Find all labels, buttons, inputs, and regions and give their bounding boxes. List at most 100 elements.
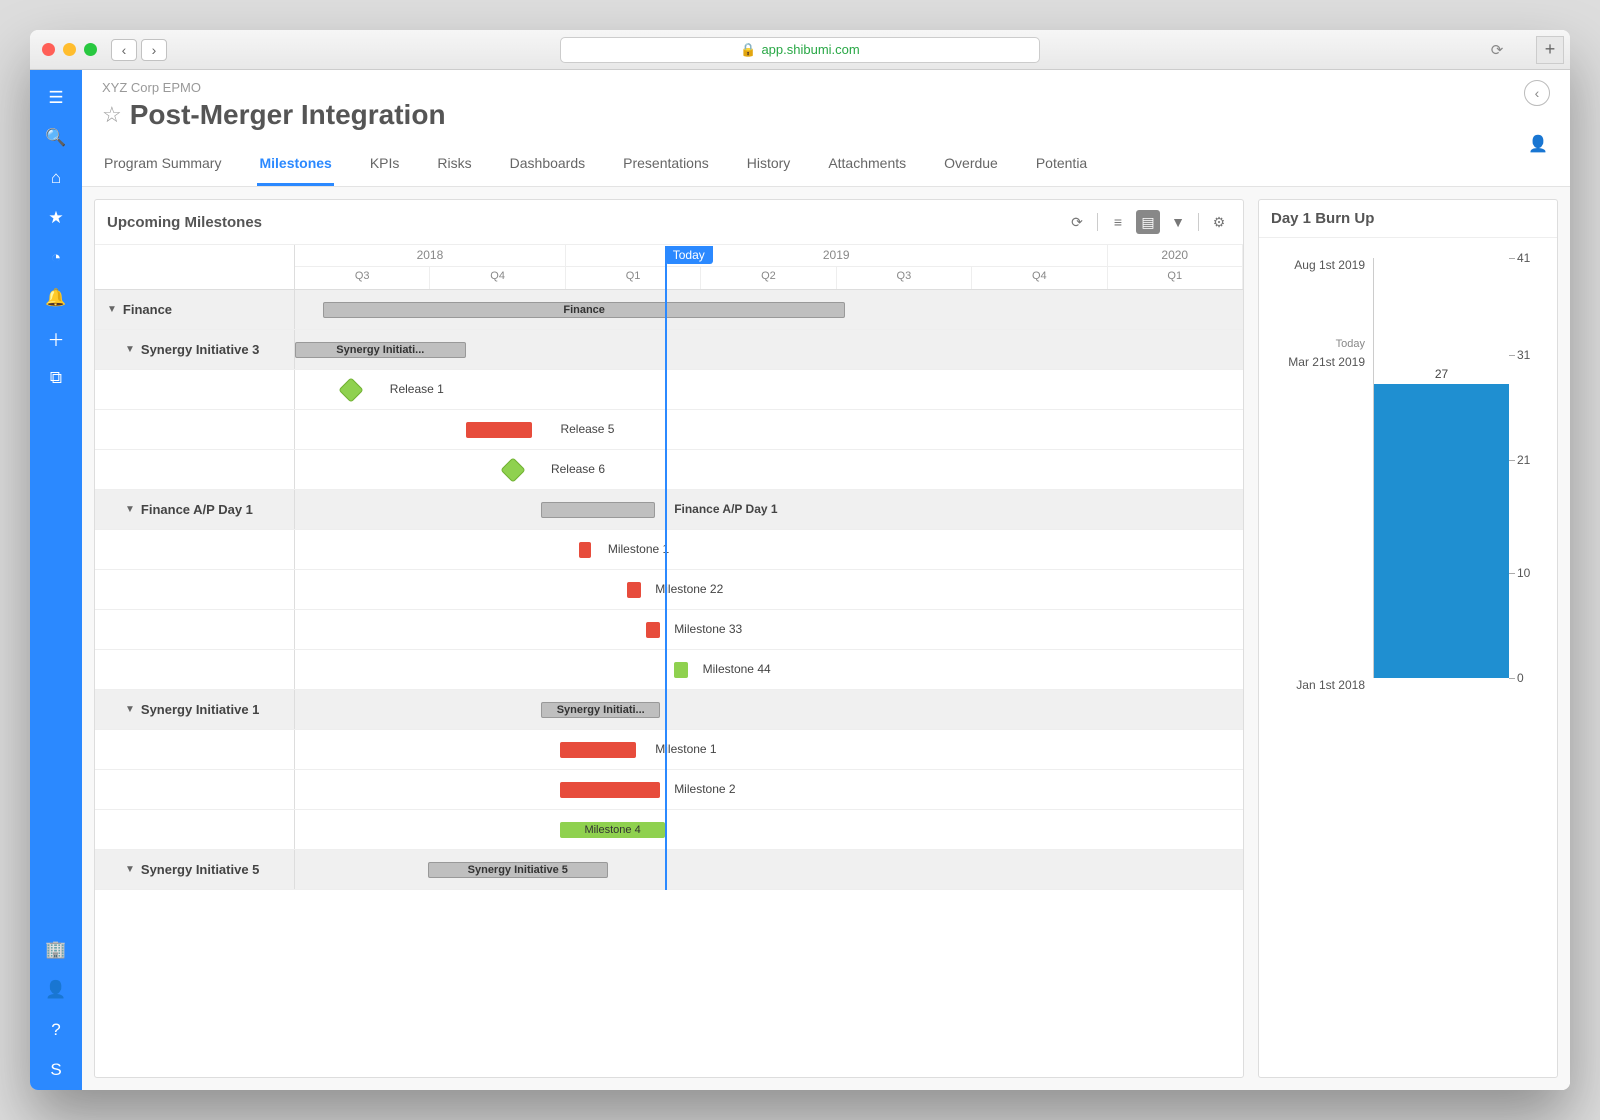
filter-icon[interactable]: ▼	[1166, 210, 1190, 234]
menu-icon[interactable]: ☰	[30, 78, 82, 118]
plus-icon[interactable]: ＋	[30, 318, 82, 358]
help-icon[interactable]: ?	[30, 1010, 82, 1050]
reload-button[interactable]: ⟳	[1486, 39, 1508, 61]
row-label	[95, 650, 295, 689]
logo-icon[interactable]: S	[30, 1050, 82, 1090]
tab-dashboards[interactable]: Dashboards	[508, 145, 588, 186]
gantt-bar[interactable]	[541, 502, 655, 518]
close-window-icon[interactable]	[42, 43, 55, 56]
gantt-bar[interactable]	[579, 542, 591, 558]
new-tab-button[interactable]: +	[1536, 36, 1564, 64]
minimize-window-icon[interactable]	[63, 43, 76, 56]
user-menu-icon[interactable]: 👤	[1528, 134, 1548, 154]
tab-overdue[interactable]: Overdue	[942, 145, 1000, 186]
content: Upcoming Milestones ⟳ ≡ ▤ ▼ ⚙	[82, 187, 1570, 1090]
bell-icon[interactable]: 🔔	[30, 278, 82, 318]
gantt-row[interactable]: Release 5	[95, 410, 1243, 450]
row-label	[95, 370, 295, 409]
gantt-row[interactable]: Milestone 44	[95, 650, 1243, 690]
bar-label: Release 6	[551, 462, 605, 476]
gantt-row[interactable]: Milestone 1	[95, 730, 1243, 770]
favorite-star-icon[interactable]: ☆	[102, 102, 122, 128]
caret-down-icon[interactable]: ▼	[107, 304, 117, 315]
gantt-row[interactable]: Release 6	[95, 450, 1243, 490]
home-icon[interactable]: ⌂	[30, 158, 82, 198]
gantt-row[interactable]: Release 1	[95, 370, 1243, 410]
tab-kpis[interactable]: KPIs	[368, 145, 402, 186]
burnup-tick-label: 21	[1517, 453, 1530, 467]
back-button[interactable]: ‹	[111, 39, 137, 61]
maximize-window-icon[interactable]	[84, 43, 97, 56]
gantt-bar[interactable]: Synergy Initiative 5	[428, 862, 608, 878]
gantt-bar[interactable]	[674, 662, 688, 678]
gantt-row[interactable]: ▼Synergy Initiative 1Synergy Initiati...	[95, 690, 1243, 730]
burnup-today-label: Today	[1336, 338, 1365, 350]
burnup-date-label: Aug 1st 2019	[1294, 258, 1365, 272]
gantt-row[interactable]: ▼Finance A/P Day 1Finance A/P Day 1	[95, 490, 1243, 530]
gantt-bar[interactable]	[466, 422, 532, 438]
tab-milestones[interactable]: Milestones	[257, 145, 333, 186]
row-label	[95, 770, 295, 809]
burnup-tick-label: 31	[1517, 348, 1530, 362]
gantt-row[interactable]: ▼Synergy Initiative 3Synergy Initiati...	[95, 330, 1243, 370]
star-icon[interactable]: ★	[30, 198, 82, 238]
gantt-row[interactable]: Milestone 33	[95, 610, 1243, 650]
tab-history[interactable]: History	[745, 145, 793, 186]
tabs: Program Summary Milestones KPIs Risks Dashbo…	[82, 145, 1570, 187]
gantt-row[interactable]: ▼FinanceFinance	[95, 290, 1243, 330]
lock-icon: 🔒	[740, 42, 756, 58]
traffic-lights	[42, 43, 97, 56]
breadcrumb[interactable]: XYZ Corp EPMO	[102, 80, 1550, 95]
bar-label: Release 5	[560, 422, 614, 436]
milestone-diamond-icon[interactable]	[339, 377, 364, 402]
gantt-bar[interactable]: Finance	[323, 302, 844, 318]
row-label	[95, 730, 295, 769]
gantt-bar[interactable]	[627, 582, 641, 598]
gantt-row[interactable]: Milestone 2	[95, 770, 1243, 810]
milestones-toolbar: ⟳ ≡ ▤ ▼ ⚙	[1065, 210, 1231, 234]
forward-button[interactable]: ›	[141, 39, 167, 61]
gantt-row[interactable]: Milestone 1	[95, 530, 1243, 570]
burnup-tick-label: 41	[1517, 251, 1530, 265]
gantt-bar[interactable]	[560, 742, 636, 758]
list-view-icon[interactable]: ≡	[1106, 210, 1130, 234]
gantt-bar[interactable]: Synergy Initiati...	[541, 702, 660, 718]
user-icon[interactable]: 👤	[30, 970, 82, 1010]
collapse-panel-icon[interactable]: ‹	[1524, 80, 1550, 106]
milestone-diamond-icon[interactable]	[500, 457, 525, 482]
header: XYZ Corp EPMO ☆ Post-Merger Integration …	[82, 70, 1570, 131]
url-bar[interactable]: 🔒 app.shibumi.com	[560, 37, 1040, 63]
tab-attachments[interactable]: Attachments	[826, 145, 908, 186]
settings-icon[interactable]: ⚙	[1207, 210, 1231, 234]
bar-label: Milestone 44	[703, 662, 771, 676]
row-label	[95, 530, 295, 569]
tab-program-summary[interactable]: Program Summary	[102, 145, 223, 186]
bar-label: Milestone 2	[674, 782, 735, 796]
gantt-row[interactable]: ▼Synergy Initiative 5Synergy Initiative …	[95, 850, 1243, 890]
gantt-bar[interactable]: Milestone 4	[560, 822, 664, 838]
caret-down-icon[interactable]: ▼	[125, 344, 135, 355]
today-line	[665, 246, 667, 890]
burnup-value: 27	[1374, 367, 1509, 381]
tab-presentations[interactable]: Presentations	[621, 145, 711, 186]
gantt-view-icon[interactable]: ▤	[1136, 210, 1160, 234]
gantt-bar[interactable]	[560, 782, 660, 798]
milestones-panel: Upcoming Milestones ⟳ ≡ ▤ ▼ ⚙	[94, 199, 1244, 1078]
caret-down-icon[interactable]: ▼	[125, 704, 135, 715]
gantt-row[interactable]: Milestone 4	[95, 810, 1243, 850]
clock-icon[interactable]: ◔	[30, 238, 82, 278]
refresh-icon[interactable]: ⟳	[1065, 210, 1089, 234]
quarter-label: Q1	[1108, 267, 1243, 289]
caret-down-icon[interactable]: ▼	[125, 864, 135, 875]
tab-risks[interactable]: Risks	[435, 145, 473, 186]
gantt-row[interactable]: Milestone 22	[95, 570, 1243, 610]
copy-icon[interactable]: ⧉	[30, 358, 82, 398]
building-icon[interactable]: 🏢	[30, 930, 82, 970]
gantt-bar[interactable]	[646, 622, 660, 638]
search-icon[interactable]: 🔍	[30, 118, 82, 158]
quarter-label: Q4	[972, 267, 1107, 289]
gantt-bar[interactable]: Synergy Initiati...	[295, 342, 466, 358]
tab-potentia[interactable]: Potentia	[1034, 145, 1089, 186]
browser-chrome: ‹ › 🔒 app.shibumi.com ⟳ +	[30, 30, 1570, 70]
caret-down-icon[interactable]: ▼	[125, 504, 135, 515]
